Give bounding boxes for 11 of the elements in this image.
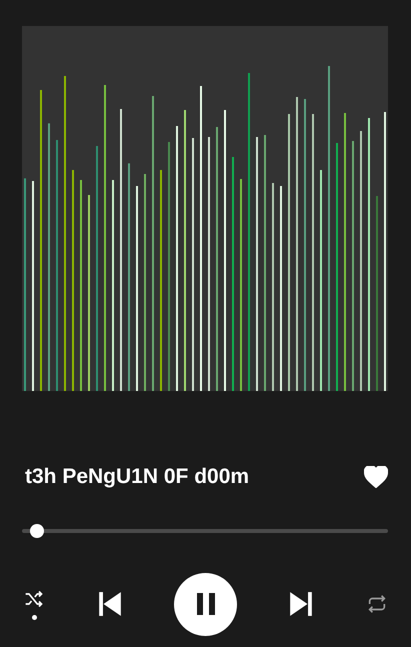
skip-back-icon	[97, 591, 123, 617]
previous-button[interactable]	[97, 591, 123, 617]
progress-slider[interactable]	[22, 524, 388, 538]
progress-thumb[interactable]	[30, 524, 44, 538]
like-button[interactable]	[364, 466, 388, 488]
next-button[interactable]	[288, 591, 314, 617]
track-title: t3h PeNgU1N 0F d00m	[25, 464, 250, 490]
heart-icon	[364, 466, 388, 488]
shuffle-icon	[24, 588, 44, 608]
skip-forward-icon	[288, 591, 314, 617]
repeat-icon	[366, 593, 388, 615]
